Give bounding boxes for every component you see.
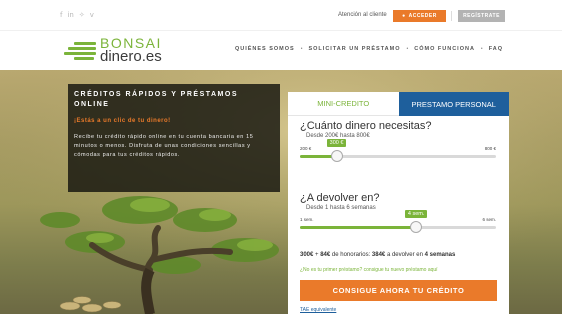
- returning-customer-link[interactable]: ¿No es tu primer préstamo? consigue tu n…: [300, 267, 438, 273]
- loan-summary: 300€ + 84€ de honorarios: 384€ a devolve…: [300, 252, 455, 258]
- term-range-text: Desde 1 hasta 6 semanas: [306, 205, 376, 211]
- logo-text-bottom: dinero.es: [100, 48, 162, 65]
- term-slider[interactable]: 1 sem. 6 sem. 4 sem.: [300, 210, 496, 242]
- calculator-tabs: MINI-CREDITO PRESTAMO PERSONAL: [288, 92, 509, 116]
- social-links: f in ✧ v: [60, 11, 94, 19]
- facebook-icon[interactable]: f: [60, 11, 62, 19]
- tae-link[interactable]: TAE equivalente: [300, 307, 336, 313]
- hero-title: CRÉDITOS RÁPIDOS Y PRÉSTAMOS ONLINE: [74, 91, 239, 108]
- term-question: ¿A devolver en?: [300, 192, 380, 204]
- nav-separator: •: [406, 46, 409, 52]
- loan-calculator: MINI-CREDITO PRESTAMO PERSONAL ¿Cuánto d…: [288, 92, 509, 314]
- register-button[interactable]: REGÍSTRATE: [458, 10, 505, 22]
- amount-slider[interactable]: 200 € 800 € 300 €: [300, 139, 496, 171]
- term-slider-handle[interactable]: [410, 221, 423, 233]
- get-credit-button[interactable]: CONSIGUE AHORA TU CRÉDITO: [300, 280, 497, 301]
- amount-value-bubble: 300 €: [326, 139, 347, 147]
- nav-item-como-funciona[interactable]: CÓMO FUNCIONA: [414, 46, 475, 52]
- divider: [451, 11, 452, 21]
- top-bar: f in ✧ v Atención al cliente ● ACCEDER REGÍ…: [0, 0, 562, 30]
- amount-min-label: 200 €: [300, 146, 312, 151]
- hero-section: CRÉDITOS RÁPIDOS Y PRÉSTAMOS ONLINE ¡Est…: [0, 70, 562, 314]
- vimeo-icon[interactable]: v: [90, 11, 94, 19]
- hero-description: Recibe tu crédito rápido online en tu cu…: [74, 134, 254, 158]
- term-min-label: 1 sem.: [300, 217, 314, 222]
- nav-item-faq[interactable]: FAQ: [489, 46, 503, 52]
- login-button-label: ACCEDER: [408, 13, 437, 19]
- logo-bars-icon: [64, 42, 96, 60]
- summary-total: 384€: [371, 252, 386, 258]
- twitter-icon[interactable]: ✧: [79, 11, 85, 19]
- hero-highlight: ¡Estás a un clic de tu dinero!: [74, 118, 171, 124]
- amount-max-label: 800 €: [484, 146, 496, 151]
- tab-mini-credito[interactable]: MINI-CREDITO: [288, 92, 399, 116]
- amount-slider-handle[interactable]: [330, 150, 343, 162]
- customer-service-link[interactable]: Atención al cliente: [338, 12, 387, 18]
- summary-return-text: a devolver en: [385, 252, 425, 258]
- nav-separator: •: [480, 46, 483, 52]
- amount-question: ¿Cuánto dinero necesitas?: [300, 120, 432, 132]
- summary-fees-text: de honorarios:: [330, 252, 372, 258]
- term-max-label: 6 sem.: [482, 217, 496, 222]
- slider-fill: [300, 226, 417, 229]
- linkedin-icon[interactable]: in: [67, 11, 73, 19]
- nav-item-quienes-somos[interactable]: QUIÉNES SOMOS: [235, 46, 295, 52]
- summary-weeks: 4 semanas: [424, 252, 456, 258]
- term-value-bubble: 4 sem.: [404, 210, 428, 218]
- summary-principal: 300€: [300, 252, 314, 258]
- tab-prestamo-personal[interactable]: PRESTAMO PERSONAL: [398, 92, 509, 116]
- main-nav: QUIÉNES SOMOS • SOLICITAR UN PRÉSTAMO • …: [235, 46, 503, 52]
- logo[interactable]: BONSAI dinero.es: [64, 36, 174, 68]
- login-button[interactable]: ● ACCEDER: [393, 10, 446, 22]
- main-header: BONSAI dinero.es QUIÉNES SOMOS • SOLICIT…: [0, 30, 562, 70]
- hero-info-box: CRÉDITOS RÁPIDOS Y PRÉSTAMOS ONLINE ¡Est…: [68, 84, 280, 192]
- summary-fees: 84€: [320, 252, 331, 258]
- nav-item-solicitar[interactable]: SOLICITAR UN PRÉSTAMO: [308, 46, 400, 52]
- nav-separator: •: [300, 46, 303, 52]
- lock-icon: ●: [402, 13, 406, 19]
